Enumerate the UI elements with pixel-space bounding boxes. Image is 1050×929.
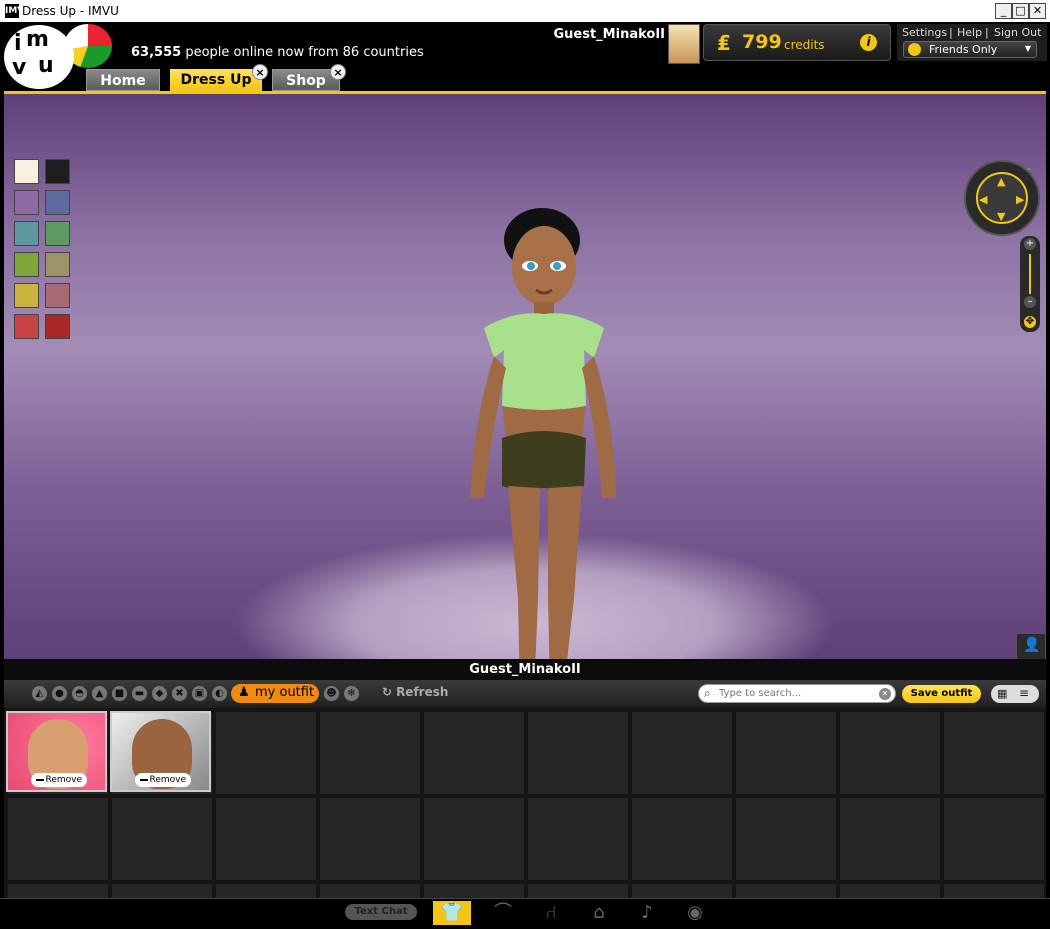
arrow-down-icon[interactable]: ▼ xyxy=(997,210,1005,223)
arrow-right-icon[interactable]: ▶ xyxy=(1016,193,1024,206)
smiley-category-icon[interactable]: ☻ xyxy=(323,685,340,702)
online-text: people online now from 86 countries xyxy=(185,45,424,60)
help-link[interactable]: Help xyxy=(957,26,982,39)
info-icon[interactable]: i xyxy=(860,34,877,51)
category-filter-icon[interactable]: ◓ xyxy=(71,685,88,702)
refresh-icon: ↻ xyxy=(382,685,393,699)
background-color-swatch[interactable] xyxy=(14,283,39,308)
my-outfit-button[interactable]: ♟ my outfit xyxy=(231,684,319,703)
avatar-name-label: Guest_MinakoII xyxy=(4,659,1046,680)
settings-link[interactable]: Settings xyxy=(902,26,947,39)
background-color-swatch[interactable] xyxy=(14,190,39,215)
status-dropdown[interactable]: Friends Only ▼ xyxy=(903,41,1037,58)
arrow-up-icon[interactable]: ▲ xyxy=(997,175,1005,188)
credits-box[interactable]: ₤ 799 credits i xyxy=(703,24,891,61)
link-separator: | xyxy=(985,26,989,39)
sign-out-link[interactable]: Sign Out xyxy=(994,26,1041,39)
search-icon: ⌕ xyxy=(704,686,711,700)
view-toggle[interactable]: ▦ ≡ xyxy=(991,685,1039,703)
header-username[interactable]: Guest_MinakoII xyxy=(520,27,665,42)
imvu-logo[interactable]: i m v u xyxy=(4,25,74,89)
save-outfit-button[interactable]: Save outfit xyxy=(902,685,981,703)
credits-amount: 799 xyxy=(742,31,782,53)
link-separator: | xyxy=(949,26,953,39)
camera-view-button[interactable]: 👤 xyxy=(1016,633,1046,661)
credits-label: credits xyxy=(784,38,825,52)
maximize-button[interactable]: □ xyxy=(1012,3,1029,19)
remove-button[interactable]: Remove xyxy=(135,773,191,787)
category-filter-icon[interactable]: ◐ xyxy=(211,685,228,702)
outfit-item[interactable]: Remove xyxy=(110,711,211,792)
list-view-icon[interactable]: ≡ xyxy=(1019,686,1029,700)
background-color-swatch[interactable] xyxy=(14,159,39,184)
refresh-button[interactable]: ↻ Refresh xyxy=(382,685,448,699)
online-count: 63,555 xyxy=(131,45,182,60)
snowflake-category-icon[interactable]: ❄ xyxy=(343,685,360,702)
zoom-in-icon[interactable]: + xyxy=(1024,238,1036,250)
my-outfit-label: my outfit xyxy=(255,685,315,700)
text-chat-button[interactable]: Text Chat xyxy=(345,904,417,920)
app-icon: IMVU xyxy=(5,4,32,18)
category-filter-icon[interactable]: ▣ xyxy=(191,685,208,702)
avatar-viewport[interactable]: ▲ ▼ ◀ ▶ – + – ✥ xyxy=(4,94,1046,659)
window-titlebar: IMVU Dress Up - IMVU _ □ ✕ xyxy=(0,0,1050,23)
background-color-swatch[interactable] xyxy=(45,190,70,215)
camera-rotate-control[interactable]: ▲ ▼ ◀ ▶ – xyxy=(964,160,1040,236)
minus-icon xyxy=(140,779,148,781)
wardrobe-hanger-icon[interactable]: ⌒ xyxy=(484,901,522,925)
person-icon: ♟ xyxy=(238,685,250,700)
background-color-swatch[interactable] xyxy=(45,314,70,339)
outfit-item[interactable]: Remove xyxy=(6,711,107,792)
minimize-button[interactable]: _ xyxy=(995,3,1012,19)
tab-shop-close-icon[interactable]: × xyxy=(330,64,346,80)
dress-up-shirt-icon[interactable]: 👕 xyxy=(433,901,471,925)
smiley-icon xyxy=(908,43,921,56)
camera-icon[interactable]: ◉ xyxy=(676,901,714,925)
grid-view-icon[interactable]: ▦ xyxy=(997,687,1007,700)
clear-search-icon[interactable]: ✕ xyxy=(879,688,891,700)
category-filter-icon[interactable]: ▬ xyxy=(131,685,148,702)
chevron-down-icon: ▼ xyxy=(1024,44,1031,53)
furniture-chair-icon[interactable]: ⑁ xyxy=(532,901,570,925)
online-status: 63,555 people online now from 86 countri… xyxy=(131,45,424,60)
remove-button[interactable]: Remove xyxy=(31,773,87,787)
search-input[interactable] xyxy=(719,686,869,701)
category-filter-icon[interactable]: ● xyxy=(51,685,68,702)
zoom-slider[interactable] xyxy=(1029,254,1031,294)
status-dropdown-value: Friends Only xyxy=(929,43,998,56)
bottom-bar xyxy=(0,898,1050,929)
person-icon: 👤 xyxy=(1023,637,1041,653)
fit-view-icon[interactable]: ✥ xyxy=(1024,316,1036,328)
music-icon[interactable]: ♪ xyxy=(628,901,666,925)
background-color-swatch[interactable] xyxy=(45,283,70,308)
refresh-label: Refresh xyxy=(396,685,449,699)
background-color-swatch[interactable] xyxy=(14,314,39,339)
zoom-out-icon[interactable]: – xyxy=(1024,296,1036,308)
avatar-thumbnail[interactable] xyxy=(668,24,700,64)
background-color-swatch[interactable] xyxy=(45,221,70,246)
category-filter-icon[interactable]: ◆ xyxy=(151,685,168,702)
tab-dress-up[interactable]: Dress Up xyxy=(170,69,262,91)
minus-icon xyxy=(36,779,44,781)
zoom-control[interactable]: + – ✥ xyxy=(1020,236,1040,332)
collapse-icon[interactable]: – xyxy=(1026,162,1032,175)
background-color-swatch[interactable] xyxy=(45,252,70,277)
close-window-button[interactable]: ✕ xyxy=(1029,3,1046,19)
category-filter-icon[interactable]: ◭ xyxy=(31,685,48,702)
tab-home[interactable]: Home xyxy=(86,69,160,91)
background-color-swatch[interactable] xyxy=(14,252,39,277)
search-box[interactable]: ⌕ ✕ xyxy=(698,684,896,703)
background-color-swatch[interactable] xyxy=(14,221,39,246)
avatar-3d-model[interactable] xyxy=(444,198,644,659)
arrow-left-icon[interactable]: ◀ xyxy=(979,193,987,206)
credits-icon: ₤ xyxy=(717,31,731,55)
category-filter-icon[interactable]: ■ xyxy=(111,685,128,702)
tab-dress-up-close-icon[interactable]: × xyxy=(252,64,268,80)
category-filter-icon[interactable]: ▲ xyxy=(91,685,108,702)
background-color-swatch[interactable] xyxy=(45,159,70,184)
home-icon[interactable]: ⌂ xyxy=(580,901,618,925)
category-filter-icon[interactable]: ✖ xyxy=(171,685,188,702)
window-title: Dress Up - IMVU xyxy=(22,4,119,18)
